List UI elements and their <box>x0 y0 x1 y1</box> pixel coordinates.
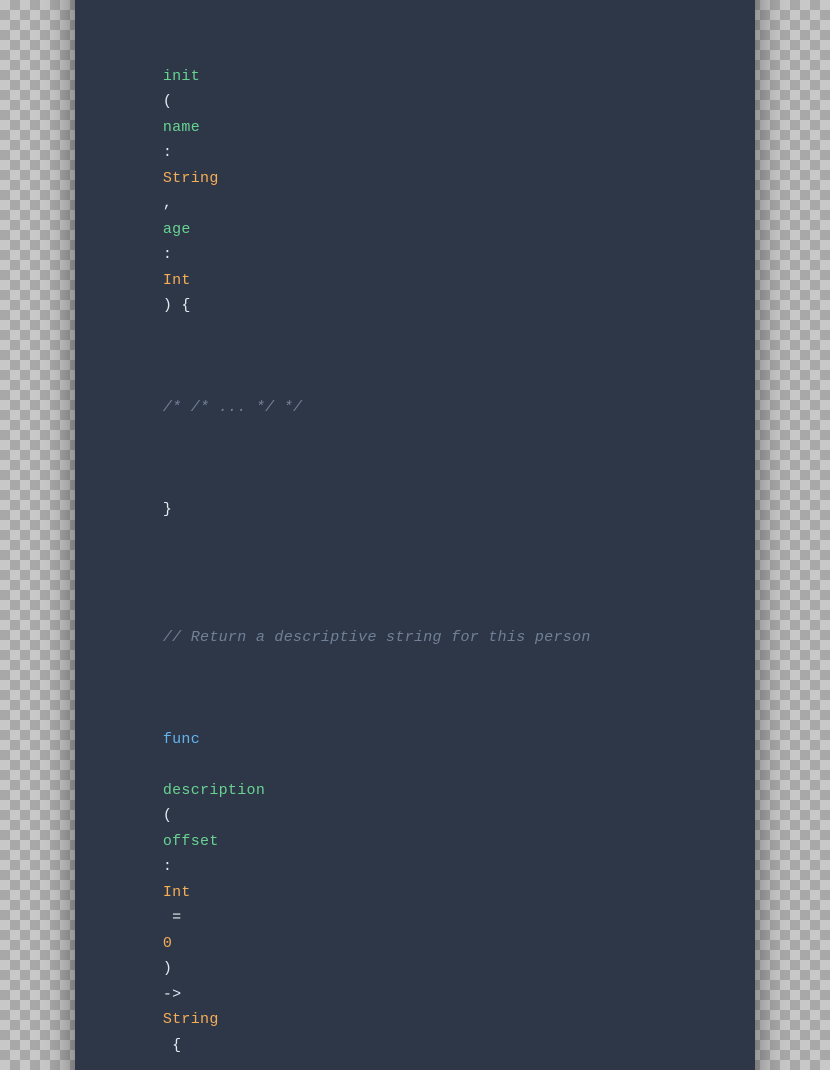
return-type-string: String <box>163 1011 219 1028</box>
keyword-init: init <box>163 68 200 85</box>
line-comment-placeholder: /* /* ... */ */ <box>107 344 723 446</box>
param-offset-type: Int <box>163 884 191 901</box>
code-block: import Foundation @objc class Person : E… <box>75 0 755 1070</box>
arrow: -> <box>163 986 191 1003</box>
param-age-label: age <box>163 221 191 238</box>
func-name-description: description <box>163 782 265 799</box>
param-type-string: String <box>163 170 219 187</box>
param-name-label: name <box>163 119 200 136</box>
comment-placeholder: /* /* ... */ */ <box>163 399 303 416</box>
line-func-decl: func description ( offset : Int = 0 ) ->… <box>107 676 723 1070</box>
line-comment-desc: // Return a descriptive string for this … <box>107 574 723 676</box>
blank-line-2 <box>107 0 723 13</box>
comment-description: // Return a descriptive string for this … <box>163 629 591 646</box>
line-init: init ( name : String , age : Int ) { <box>107 13 723 345</box>
keyword-func: func <box>163 731 200 748</box>
param-type-int: Int <box>163 272 191 289</box>
blank-line-3 <box>107 548 723 574</box>
line-close-init: } <box>107 446 723 548</box>
code-window: import Foundation @objc class Person : E… <box>75 0 755 1070</box>
param-offset-label: offset <box>163 833 219 850</box>
default-value-zero: 0 <box>163 935 172 952</box>
